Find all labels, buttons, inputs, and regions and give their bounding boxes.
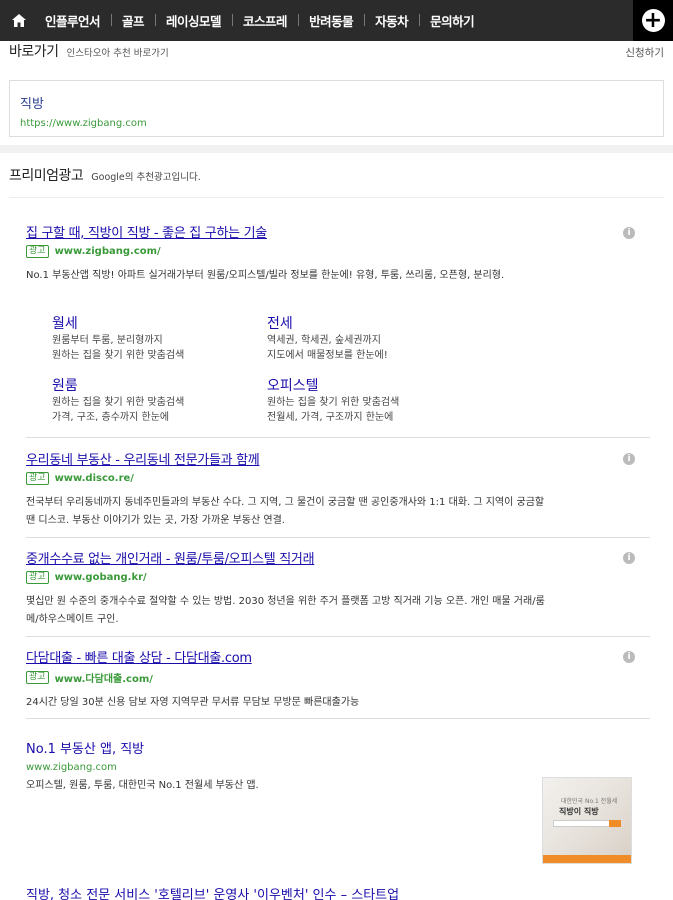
next-result-title[interactable]: 직방, 청소 전문 서비스 '호텔리브' 운영사 '이우벤처' 인수 – 스타트… — [26, 884, 399, 900]
home-icon[interactable] — [12, 14, 34, 27]
shortcuts-header: 바로가기 인스타오아 추천 바로가기 신청하기 — [9, 41, 664, 63]
sitelink-line: 원하는 집을 찾기 위한 맞춤검색 — [52, 397, 185, 408]
ad-item: 다담대출 - 빠른 대출 상담 - 다담대출.com 광고 www.다담대출.c… — [26, 647, 626, 712]
nav-item-golf[interactable]: 골프 — [111, 11, 155, 30]
header-divider — [9, 197, 664, 198]
ad-divider — [26, 636, 650, 637]
result-title[interactable]: No.1 부동산 앱, 직방 — [26, 738, 646, 757]
nav-item-cars[interactable]: 자동차 — [364, 11, 419, 30]
ad-url: www.gobang.kr/ — [54, 572, 147, 583]
ad-item: 집 구할 때, 직방이 직방 - 좋은 집 구하는 기술 광고 www.zigb… — [26, 222, 626, 285]
premium-ads-title: 프리미엄광고 — [9, 168, 84, 184]
ad-description: 전국부터 우리동네까지 동네주민들과의 부동산 수다. 그 지역, 그 물건이 … — [26, 497, 545, 526]
ad-divider — [26, 718, 650, 719]
ad-url: www.다담대출.com/ — [54, 674, 153, 685]
sitelink[interactable]: 전세 역세권, 학세권, 숲세권까지 지도에서 매물정보를 한눈에! — [267, 313, 477, 363]
sitelink-line: 전월세, 가격, 구조까지 한눈에 — [267, 412, 394, 423]
result-thumbnail[interactable]: 대한민국 No.1 전월세 직방이 직방 — [542, 777, 632, 864]
sitelink-line: 원하는 집을 찾기 위한 맞춤검색 — [267, 397, 400, 408]
result-url: www.zigbang.com — [26, 762, 117, 773]
ad-badge: 광고 — [26, 671, 49, 684]
shortcut-url: https://www.zigbang.com — [20, 118, 147, 129]
info-icon[interactable]: i — [623, 453, 635, 465]
shortcuts-title: 바로가기 — [9, 44, 59, 60]
ad-url: www.disco.re/ — [54, 473, 134, 484]
section-divider — [0, 145, 673, 153]
sitelink[interactable]: 오피스텔 원하는 집을 찾기 위한 맞춤검색 전월세, 가격, 구조까지 한눈에 — [267, 375, 477, 425]
ad-description: No.1 부동산앱 직방! 아파트 실거래가부터 원룸/오피스텔/빌라 정보를 … — [26, 270, 505, 281]
apply-link[interactable]: 신청하기 — [625, 45, 664, 60]
thumbnail-search-button — [609, 820, 621, 827]
ad-divider — [26, 537, 650, 538]
add-button[interactable]: + — [633, 0, 673, 41]
ad-divider — [26, 437, 650, 438]
shortcut-name[interactable]: 직방 — [20, 93, 663, 112]
premium-ads-header: 프리미엄광고 Google의 추천광고입니다. — [9, 165, 201, 185]
ad-title[interactable]: 중개수수료 없는 개인거래 - 원룸/투룸/오피스텔 직거래 — [26, 548, 626, 567]
nav-item-cosplay[interactable]: 코스프레 — [232, 11, 298, 30]
info-icon[interactable]: i — [623, 651, 635, 663]
top-nav: 인플루언서 골프 레이싱모델 코스프레 반려동물 자동차 문의하기 + — [0, 0, 673, 41]
sitelink[interactable]: 원룸 원하는 집을 찾기 위한 맞춤검색 가격, 구조, 층수까지 한눈에 — [52, 375, 262, 425]
shortcut-card[interactable]: 직방 https://www.zigbang.com — [9, 80, 664, 137]
sitelink-line: 역세권, 학세권, 숲세권까지 — [267, 335, 381, 346]
thumbnail-headline: 직방이 직방 — [559, 807, 599, 816]
nav-item-contact[interactable]: 문의하기 — [419, 11, 485, 30]
thumbnail-footer — [543, 855, 631, 863]
plus-icon: + — [641, 9, 665, 32]
sitelink-title[interactable]: 오피스텔 — [267, 375, 477, 395]
sitelink-line: 원하는 집을 찾기 위한 맞춤검색 — [52, 350, 185, 361]
sitelink-title[interactable]: 월세 — [52, 313, 262, 333]
ad-badge: 광고 — [26, 571, 49, 584]
ad-description: 몇십만 원 수준의 중개수수료 절약할 수 있는 방법. 2030 청년을 위한… — [26, 596, 545, 625]
thumbnail-caption: 대한민국 No.1 전월세 — [561, 798, 618, 805]
sitelink-title[interactable]: 전세 — [267, 313, 477, 333]
nav-item-pets[interactable]: 반려동물 — [298, 11, 364, 30]
ad-item: 우리동네 부동산 - 우리동네 전문가들과 함께 광고 www.disco.re… — [26, 449, 626, 530]
nav-item-racing-model[interactable]: 레이싱모델 — [155, 11, 232, 30]
ad-url: www.zigbang.com/ — [54, 246, 161, 257]
shortcuts-subtitle: 인스타오아 추천 바로가기 — [66, 48, 169, 59]
info-icon[interactable]: i — [623, 227, 635, 239]
sitelink-line: 지도에서 매물정보를 한눈에! — [267, 350, 388, 361]
ad-title[interactable]: 다담대출 - 빠른 대출 상담 - 다담대출.com — [26, 647, 626, 666]
premium-ads-subtitle: Google의 추천광고입니다. — [91, 172, 201, 183]
ad-title[interactable]: 집 구할 때, 직방이 직방 - 좋은 집 구하는 기술 — [26, 222, 626, 241]
ad-badge: 광고 — [26, 472, 49, 485]
info-icon[interactable]: i — [623, 552, 635, 564]
ad-description: 24시간 당일 30분 신용 담보 자영 지역무관 무서류 무담보 무방문 빠른… — [26, 697, 360, 708]
sitelink-line: 가격, 구조, 층수까지 한눈에 — [52, 412, 170, 423]
nav-item-influencer[interactable]: 인플루언서 — [34, 11, 111, 30]
sitelink-title[interactable]: 원룸 — [52, 375, 262, 395]
sitelink[interactable]: 월세 원룸부터 투룸, 분리형까지 원하는 집을 찾기 위한 맞춤검색 — [52, 313, 262, 363]
ad-item: 중개수수료 없는 개인거래 - 원룸/투룸/오피스텔 직거래 광고 www.go… — [26, 548, 626, 629]
ad-title[interactable]: 우리동네 부동산 - 우리동네 전문가들과 함께 — [26, 449, 626, 468]
ad-badge: 광고 — [26, 245, 49, 258]
sitelink-line: 원룸부터 투룸, 분리형까지 — [52, 335, 163, 346]
